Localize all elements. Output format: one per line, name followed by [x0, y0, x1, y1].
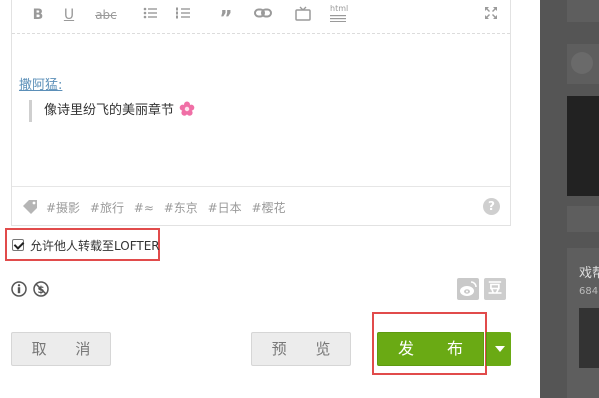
preview-button[interactable]: 预 览	[251, 332, 351, 366]
background-divider	[567, 206, 599, 232]
tag-icon	[22, 199, 38, 218]
editor-toolbar: B U abc ” html	[12, 0, 510, 34]
tag-item[interactable]: #东京	[164, 201, 198, 215]
noncommercial-license-icon[interactable]: $	[33, 281, 49, 297]
background-count: 684	[579, 286, 599, 297]
background-page: 戏帮 684	[540, 0, 599, 398]
weibo-icon[interactable]	[457, 278, 479, 300]
tag-list: #摄影 #旅行 #≈ #东京 #日本 #樱花	[46, 199, 292, 216]
publish-options-dropdown[interactable]	[486, 332, 511, 366]
background-title: 戏帮	[579, 266, 599, 281]
allow-repost-highlight: 允许他人转载至LOFTER	[5, 228, 160, 261]
quote-icon[interactable]: ”	[218, 6, 234, 30]
bullet-list-icon[interactable]	[143, 6, 157, 24]
tags-bar[interactable]: #摄影 #旅行 #≈ #东京 #日本 #樱花 ?	[12, 186, 510, 226]
blockquote: 像诗里纷飞的美丽章节	[29, 100, 195, 122]
numbered-list-icon[interactable]	[176, 6, 190, 24]
text-editor: B U abc ” html 撒阿猛: 像诗里纷飞的美丽章节 #摄影 #旅行 #…	[11, 0, 511, 226]
tag-item[interactable]: #樱花	[252, 201, 286, 215]
strikethrough-icon[interactable]: abc	[95, 6, 117, 24]
publish-button[interactable]: 发 布	[377, 332, 484, 366]
post-dialog: B U abc ” html 撒阿猛: 像诗里纷飞的美丽章节 #摄影 #旅行 #…	[0, 0, 540, 398]
allow-repost-label[interactable]: 允许他人转载至LOFTER	[30, 237, 160, 254]
fullscreen-icon[interactable]	[484, 6, 498, 24]
cherry-blossom-icon	[179, 101, 195, 117]
tag-item[interactable]: #≈	[134, 201, 154, 215]
background-search	[567, 0, 599, 22]
bold-icon[interactable]: B	[31, 6, 45, 24]
underline-icon[interactable]: U	[62, 6, 76, 24]
html-label: html	[330, 4, 349, 13]
allow-repost-checkbox[interactable]	[12, 239, 24, 251]
background-card-2: 戏帮 684	[567, 248, 599, 398]
link-icon[interactable]	[254, 6, 272, 24]
attribution-license-icon[interactable]	[11, 281, 27, 297]
douban-icon[interactable]: 豆	[484, 278, 506, 300]
tag-item[interactable]: #日本	[208, 201, 242, 215]
background-image	[579, 308, 599, 368]
editor-content[interactable]: 撒阿猛: 像诗里纷飞的美丽章节	[12, 34, 510, 184]
cancel-button[interactable]: 取 消	[11, 332, 111, 366]
background-avatar	[571, 52, 593, 74]
background-card	[567, 44, 599, 84]
quote-text: 像诗里纷飞的美丽章节	[44, 103, 175, 118]
tag-item[interactable]: #摄影	[46, 201, 80, 215]
video-icon[interactable]	[295, 6, 311, 24]
html-icon[interactable]: html	[330, 4, 348, 22]
tag-item[interactable]: #旅行	[90, 201, 124, 215]
background-thumbnail	[567, 96, 599, 196]
help-icon[interactable]: ?	[483, 198, 500, 215]
mention-link[interactable]: 撒阿猛:	[19, 74, 62, 93]
